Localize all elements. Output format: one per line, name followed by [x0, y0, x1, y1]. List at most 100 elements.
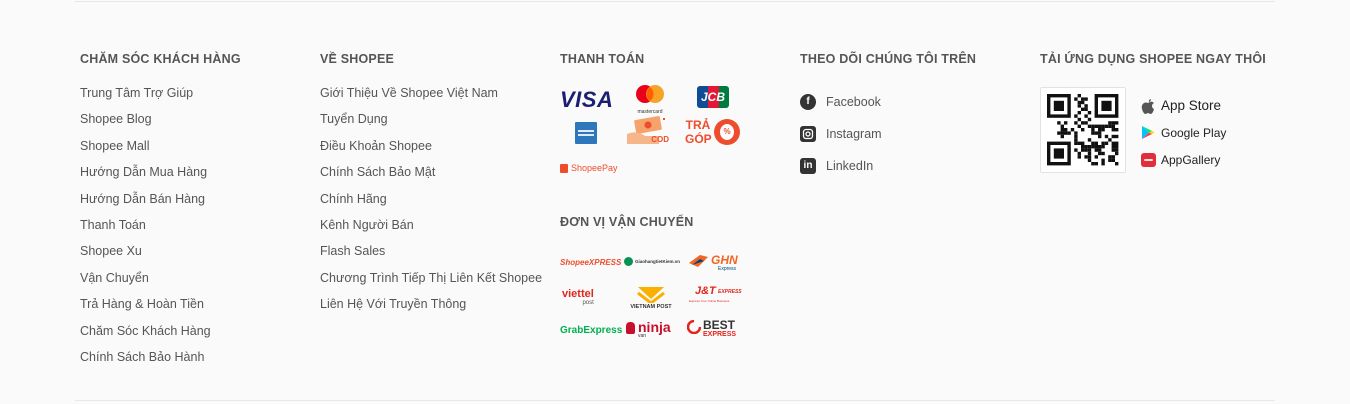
- ghn-text: GHN: [711, 253, 738, 267]
- jt-text: J&T: [695, 285, 716, 297]
- link-shipping[interactable]: Vận Chuyển: [80, 265, 241, 291]
- amex-icon: [578, 130, 594, 136]
- linkedin-link[interactable]: in LinkedIn: [800, 150, 976, 182]
- follow-column: THEO DÕI CHÚNG TÔI TRÊN f Facebook Insta…: [800, 51, 976, 182]
- link-careers[interactable]: Tuyển Dụng: [320, 106, 542, 132]
- facebook-link[interactable]: f Facebook: [800, 86, 976, 118]
- ghn-bird-icon: [689, 255, 708, 267]
- link-payment[interactable]: Thanh Toán: [80, 212, 241, 238]
- vnpost-text: VIETNAM POST: [630, 304, 672, 310]
- ghtk-logo: GiaohangtietKiem.vn: [624, 257, 680, 266]
- link-genuine[interactable]: Chính Hãng: [320, 186, 542, 212]
- app-store-button[interactable]: App Store: [1140, 92, 1226, 119]
- spx-logo: ShopeeXPRESS: [560, 258, 621, 267]
- link-flash-sales[interactable]: Flash Sales: [320, 238, 542, 264]
- viettel-post-logo: viettel post: [562, 289, 594, 307]
- follow-heading: THEO DÕI CHÚNG TÔI TRÊN: [800, 52, 977, 66]
- link-privacy-policy[interactable]: Chính Sách Bảo Mật: [320, 159, 542, 185]
- ghtk-icon: [624, 257, 633, 266]
- link-buying-guide[interactable]: Hướng Dẫn Mua Hàng: [80, 159, 241, 185]
- about-heading: VỀ SHOPEE: [320, 52, 395, 66]
- google-play-icon: [1140, 125, 1156, 141]
- best-text: BEST: [703, 318, 736, 332]
- facebook-icon: f: [800, 94, 816, 110]
- jt-express-logo: J&T EXPRESS Express Your Online Business: [689, 285, 745, 309]
- best-express-logo: BEST EXPRESS: [687, 318, 743, 340]
- link-selling-guide[interactable]: Hướng Dẫn Bán Hàng: [80, 186, 241, 212]
- top-divider: [75, 1, 1275, 2]
- link-media-contact[interactable]: Liên Hệ Với Truyền Thông: [320, 291, 542, 317]
- viettel-text: viettel: [562, 288, 594, 300]
- cod-text: COD: [651, 135, 669, 144]
- installment-logo: TRẢ GÓP %: [685, 118, 743, 148]
- jt-express-text: EXPRESS: [718, 289, 742, 295]
- best-sub-text: EXPRESS: [703, 331, 737, 338]
- shipping-logos: ShopeeXPRESS GiaohangtietKiem.vn GHN Exp…: [560, 253, 760, 353]
- link-shopee-xu[interactable]: Shopee Xu: [80, 238, 241, 264]
- apple-icon: [1140, 98, 1156, 114]
- jcb-logo: JCB: [697, 86, 729, 108]
- jcb-text: JCB: [700, 90, 725, 104]
- bottom-divider: [75, 400, 1275, 401]
- vnpost-envelope-icon: [637, 287, 665, 303]
- link-seller-centre[interactable]: Kênh Người Bán: [320, 212, 542, 238]
- huawei-appgallery-icon: [1140, 152, 1156, 168]
- customer-care-heading: CHĂM SÓC KHÁCH HÀNG: [80, 52, 241, 66]
- link-help-center[interactable]: Trung Tâm Trợ Giúp: [80, 80, 241, 106]
- instagram-label: Instagram: [826, 127, 882, 141]
- link-warranty-policy[interactable]: Chính Sách Bảo Hành: [80, 344, 241, 370]
- shopeepay-logo: ShopeePay: [560, 163, 618, 173]
- percent-icon: %: [714, 119, 740, 145]
- ninja-icon: [626, 322, 635, 334]
- viettel-sub-text: post: [582, 300, 594, 306]
- shopeepay-text: ShopeePay: [571, 163, 618, 173]
- link-terms[interactable]: Điều Khoản Shopee: [320, 133, 542, 159]
- instagram-link[interactable]: Instagram: [800, 118, 976, 150]
- app-store-label: App Store: [1161, 98, 1222, 113]
- payment-shipping-column: THANH TOÁN VISA mastercard JCB COD TRẢ G…: [560, 51, 760, 371]
- vietnam-post-logo: VIETNAM POST: [622, 283, 680, 311]
- cod-logo: COD: [625, 116, 673, 146]
- linkedin-label: LinkedIn: [826, 159, 874, 173]
- grab-express-text: GrabExpress: [560, 325, 623, 336]
- link-affiliate-program[interactable]: Chương Trình Tiếp Thị Liên Kết Shopee: [320, 265, 542, 291]
- about-column: VỀ SHOPEE Giới Thiệu Về Shopee Việt Nam …: [320, 51, 542, 318]
- installment-line-1: TRẢ: [685, 118, 711, 132]
- spx-text: ShopeeXPRESS: [560, 258, 622, 267]
- qr-code-icon[interactable]: [1040, 87, 1126, 173]
- link-about-shopee-vn[interactable]: Giới Thiệu Về Shopee Việt Nam: [320, 80, 542, 106]
- download-app-column: TẢI ỨNG DỤNG SHOPEE NGAY THÔI App Store: [1040, 51, 1266, 177]
- installment-line-2: GÓP: [685, 132, 712, 146]
- download-heading: TẢI ỨNG DỤNG SHOPEE NGAY THÔI: [1040, 52, 1266, 66]
- amex-logo: [575, 122, 597, 144]
- grab-express-logo: GrabExpress: [560, 325, 622, 336]
- ghtk-text: GiaohangtietKiem.vn: [635, 259, 681, 264]
- payment-logos: VISA mastercard JCB COD TRẢ GÓP % Shopee…: [560, 84, 760, 184]
- ghn-sub-text: Express: [718, 266, 737, 272]
- link-shopee-blog[interactable]: Shopee Blog: [80, 106, 241, 132]
- payment-heading: THANH TOÁN: [560, 52, 645, 66]
- jt-sub-text: Express Your Online Business: [689, 299, 730, 303]
- visa-logo: VISA: [560, 87, 613, 113]
- mastercard-logo: mastercard: [633, 84, 667, 115]
- app-gallery-label: AppGallery: [1161, 152, 1221, 167]
- shopeepay-bag-icon: [560, 163, 568, 173]
- link-returns-refunds[interactable]: Trả Hàng & Hoàn Tiền: [80, 291, 241, 317]
- visa-text: VISA: [560, 87, 614, 112]
- ninja-sub-text: van: [638, 333, 647, 339]
- google-play-label: Google Play: [1161, 125, 1227, 140]
- app-gallery-button[interactable]: AppGallery: [1140, 146, 1226, 173]
- customer-care-column: CHĂM SÓC KHÁCH HÀNG Trung Tâm Trợ Giúp S…: [80, 51, 241, 370]
- link-customer-care[interactable]: Chăm Sóc Khách Hàng: [80, 318, 241, 344]
- instagram-icon: [800, 126, 816, 142]
- shipping-heading: ĐƠN VỊ VẬN CHUYỂN: [560, 215, 694, 229]
- facebook-label: Facebook: [826, 95, 881, 109]
- ninja-van-logo: ninja van: [626, 319, 678, 341]
- link-shopee-mall[interactable]: Shopee Mall: [80, 133, 241, 159]
- best-icon: [687, 320, 701, 334]
- linkedin-icon: in: [800, 158, 816, 174]
- mastercard-text: mastercard: [637, 109, 663, 115]
- ghn-logo: GHN Express: [688, 253, 742, 273]
- mastercard-circles-icon: [636, 85, 664, 103]
- google-play-button[interactable]: Google Play: [1140, 119, 1226, 146]
